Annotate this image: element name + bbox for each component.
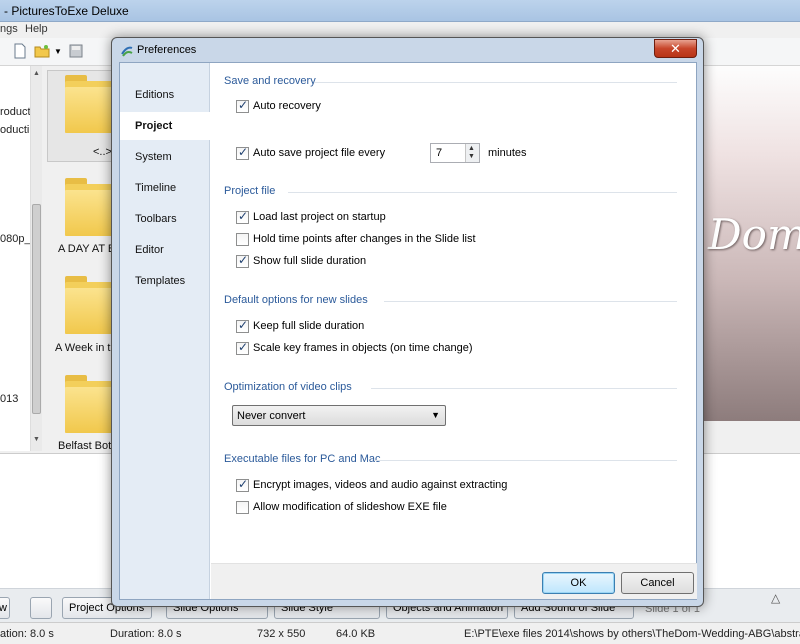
new-file-icon[interactable] xyxy=(12,43,28,59)
section-title-optimization: Optimization of video clips xyxy=(224,381,352,393)
app-titlebar: - PicturesToExe Deluxe xyxy=(0,0,800,22)
checkbox-box[interactable] xyxy=(236,233,249,246)
checkbox-label: Show full slide duration xyxy=(253,255,367,267)
open-folder-icon[interactable] xyxy=(34,43,50,59)
dialog-title: Preferences xyxy=(137,44,197,56)
dialog-footer: OK Cancel xyxy=(211,563,697,599)
stepper-buttons[interactable]: ▲ ▼ xyxy=(465,144,479,162)
preferences-sidebar: Editions Project System Timeline Toolbar… xyxy=(120,63,211,599)
checkbox-box[interactable] xyxy=(236,98,249,113)
auto-save-minutes-stepper[interactable]: 7 ▲ ▼ xyxy=(430,143,480,163)
close-button[interactable]: ✕ xyxy=(654,39,697,58)
section-divider xyxy=(374,460,677,461)
checkbox-label: Scale key frames in objects (on time cha… xyxy=(253,342,473,354)
checkbox-label: Allow modification of slideshow EXE file xyxy=(253,501,447,513)
checkbox-label: Auto save project file every xyxy=(253,147,386,159)
checkbox-label: Keep full slide duration xyxy=(253,320,365,332)
sidebar-item-editions[interactable]: Editions xyxy=(120,81,210,109)
section-title-project-file: Project file xyxy=(224,185,276,197)
status-size: 64.0 KB xyxy=(336,628,376,640)
checkbox-box[interactable] xyxy=(236,318,249,333)
checkbox-box[interactable] xyxy=(236,340,249,355)
sidebar-item-toolbars[interactable]: Toolbars xyxy=(120,205,210,233)
stepper-up-icon[interactable]: ▲ xyxy=(468,145,475,153)
scroll-up-icon[interactable]: ▲ xyxy=(33,70,40,77)
sidebar-item-system[interactable]: System xyxy=(120,143,210,171)
folder-label[interactable]: A Week in th xyxy=(55,342,117,354)
checkbox-label: Auto recovery xyxy=(253,100,321,112)
project-settings-panel: Save and recovery Auto recovery Auto sav… xyxy=(211,63,697,563)
app-logo-icon xyxy=(121,46,133,57)
checkbox-label: Hold time points after changes in the Sl… xyxy=(253,233,476,245)
section-divider xyxy=(384,301,677,302)
sidebar-item-project[interactable]: Project xyxy=(120,112,211,140)
screen-icon[interactable] xyxy=(30,597,52,619)
minutes-label: minutes xyxy=(488,147,527,159)
video-optimization-select[interactable]: Never convert ▼ xyxy=(232,405,446,426)
section-title-save-recovery: Save and recovery xyxy=(224,75,316,87)
stepper-down-icon[interactable]: ▼ xyxy=(468,153,475,161)
section-divider xyxy=(371,388,677,389)
menu-bar: ngs Help xyxy=(0,22,800,38)
scroll-down-icon[interactable]: ▼ xyxy=(33,436,40,443)
tree-scrollbar[interactable]: ▲ ▼ xyxy=(30,66,42,451)
status-full-duration: ation: 8.0 s xyxy=(0,628,54,640)
checkbox-label: Load last project on startup xyxy=(253,211,386,223)
app-title: - PicturesToExe Deluxe xyxy=(4,4,129,18)
checkbox-box[interactable] xyxy=(236,501,249,514)
sidebar-item-editor[interactable]: Editor xyxy=(120,236,210,264)
sidebar-item-timeline[interactable]: Timeline xyxy=(120,174,210,202)
checkbox-label: Encrypt images, videos and audio against… xyxy=(253,479,508,491)
status-resolution: 732 x 550 xyxy=(257,628,306,640)
tree-item[interactable]: 080p_ xyxy=(0,233,30,245)
section-divider xyxy=(288,192,677,193)
open-dropdown-icon[interactable]: ▼ xyxy=(54,47,62,56)
stepper-value[interactable]: 7 xyxy=(436,147,442,159)
collapse-icon[interactable]: △ xyxy=(771,591,780,605)
chevron-down-icon[interactable]: ▼ xyxy=(431,410,440,420)
status-duration: Duration: 8.0 s xyxy=(110,628,182,640)
preview-button[interactable]: w xyxy=(0,597,10,619)
save-icon[interactable] xyxy=(68,43,84,59)
status-bar: ation: 8.0 s Duration: 8.0 s 732 x 550 6… xyxy=(0,622,800,644)
checkbox-box[interactable] xyxy=(236,253,249,268)
checkbox-box[interactable] xyxy=(236,477,249,492)
checkbox-box[interactable] xyxy=(236,145,249,160)
tree-item[interactable]: oducti xyxy=(0,124,30,136)
folder-label[interactable]: <..> xyxy=(93,146,112,158)
select-value: Never convert xyxy=(237,410,306,422)
menu-help[interactable]: Help xyxy=(25,23,48,35)
section-title-default-options: Default options for new slides xyxy=(224,294,368,306)
dialog-titlebar[interactable]: Preferences ✕ xyxy=(112,38,703,62)
dialog-body: Editions Project System Timeline Toolbar… xyxy=(119,62,697,600)
section-title-executable: Executable files for PC and Mac xyxy=(224,453,381,465)
status-path: E:\PTE\exe files 2014\shows by others\Th… xyxy=(464,628,800,640)
cancel-button[interactable]: Cancel xyxy=(621,572,694,594)
scroll-thumb[interactable] xyxy=(32,204,41,414)
folder-label[interactable]: Belfast Bota xyxy=(58,440,117,452)
preferences-dialog: Preferences ✕ Editions Project System Ti… xyxy=(111,37,704,607)
ok-button[interactable]: OK xyxy=(542,572,615,594)
checkbox-box[interactable] xyxy=(236,209,249,224)
tree-item[interactable]: roduct xyxy=(0,106,30,118)
menu-settings[interactable]: ngs xyxy=(0,23,18,35)
sidebar-item-templates[interactable]: Templates xyxy=(120,267,210,295)
section-divider xyxy=(314,82,677,83)
tree-item[interactable]: 013 xyxy=(0,393,30,405)
preview-caption: Dom xyxy=(708,210,800,259)
